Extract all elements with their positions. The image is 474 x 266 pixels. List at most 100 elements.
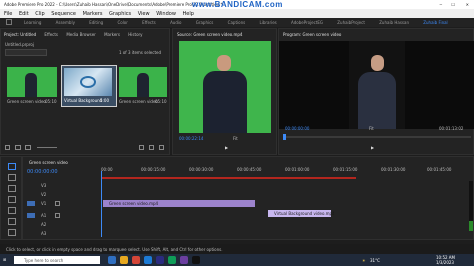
menu-view[interactable]: View	[138, 11, 150, 17]
tab-media-browser[interactable]: Media Browser	[66, 32, 96, 37]
app-icon[interactable]	[180, 256, 188, 264]
track-select-tool-icon[interactable]	[8, 174, 16, 181]
program-fit-dropdown[interactable]: Fit	[369, 126, 374, 131]
home-icon[interactable]	[6, 19, 12, 25]
pen-tool-icon[interactable]	[8, 218, 16, 225]
minimize-icon[interactable]: ─	[440, 2, 442, 7]
source-fit-dropdown[interactable]: Fit	[233, 136, 238, 141]
weather-icon[interactable]: ☀	[362, 258, 366, 263]
watermark: www.BANDICAM.com	[192, 0, 283, 9]
trash-icon[interactable]	[159, 145, 164, 150]
timeline-timecode[interactable]: 00:00:00:00	[27, 169, 58, 175]
tab-project[interactable]: Project: Untitled	[4, 32, 36, 37]
timeline-clip[interactable]: Virtual Background video.mp4	[268, 210, 335, 217]
edge-icon[interactable]	[144, 256, 152, 264]
track-label-a1[interactable]: A1	[41, 213, 46, 218]
workspace-effects[interactable]: Effects	[142, 20, 156, 25]
timeline-ruler[interactable]: 00:00 00:00:15:00 00:00:30:00 00:00:45:0…	[101, 167, 471, 179]
track-label-v3[interactable]: V3	[41, 183, 46, 188]
chrome-icon[interactable]	[132, 256, 140, 264]
taskbar-search-placeholder: Type here to search	[24, 258, 64, 263]
close-icon[interactable]: ✕	[466, 2, 469, 7]
hand-tool-icon[interactable]	[8, 229, 16, 236]
track-label-v2[interactable]: V2	[41, 192, 46, 197]
weather-temp[interactable]: 31°C	[370, 258, 380, 263]
tab-markers[interactable]: Markers	[104, 32, 120, 37]
menu-clip[interactable]: Clip	[35, 11, 44, 17]
playhead[interactable]	[283, 134, 286, 140]
play-icon[interactable]: ▶	[225, 145, 228, 150]
project-search-input[interactable]	[5, 49, 47, 56]
timeline-clip[interactable]: Green screen video.mp4	[103, 200, 255, 207]
slip-tool-icon[interactable]	[8, 207, 16, 214]
project-item-selected[interactable]: Virtual Background 5:00	[61, 65, 117, 107]
task-view-icon[interactable]	[108, 256, 116, 264]
status-bar: Click to select, or click in empty space…	[0, 244, 474, 254]
premiere-pro-icon[interactable]	[156, 256, 164, 264]
track-label-a2[interactable]: A2	[41, 222, 46, 227]
lock-icon[interactable]	[5, 145, 10, 150]
workspace-zuhaib-hassan[interactable]: Zuhaib Hassan	[379, 20, 409, 25]
workspace-captions[interactable]: Captions	[228, 20, 246, 25]
workspace-graphics[interactable]: Graphics	[196, 20, 214, 25]
workspace-assembly[interactable]: Assembly	[56, 20, 75, 25]
virtual-background-thumbnail	[64, 68, 112, 96]
app-icon[interactable]	[168, 256, 176, 264]
new-bin-icon[interactable]	[139, 145, 144, 150]
eye-icon[interactable]	[55, 201, 60, 206]
workspace-adobeprojecteg[interactable]: AdobeProjectEG	[291, 20, 323, 25]
workspace-zuhaib-final[interactable]: Zuhaib Final	[423, 20, 447, 25]
clock-date[interactable]: 1/3/2023	[436, 260, 454, 265]
program-monitor: Program: Green screen video 00:00:00:00 …	[278, 28, 474, 155]
source-timecode[interactable]: 00:00:22:14	[179, 136, 203, 141]
ruler-label: 00:01:30:00	[381, 167, 406, 172]
razor-tool-icon[interactable]	[8, 196, 16, 203]
list-view-icon[interactable]	[15, 145, 21, 150]
workspace-libraries[interactable]: Libraries	[259, 20, 276, 25]
file-explorer-icon[interactable]	[120, 256, 128, 264]
timeline-playhead[interactable]	[101, 171, 102, 237]
presenter-head	[371, 55, 384, 71]
project-item-thumbnail[interactable]	[7, 67, 57, 97]
icon-view-icon[interactable]	[25, 145, 31, 150]
new-item-icon[interactable]	[149, 145, 154, 150]
taskbar-search-input[interactable]: Type here to search	[14, 256, 100, 264]
taskbar: ⊞ Type here to search ☀ 31°C 10:52 AM 1/…	[0, 254, 474, 266]
tab-history[interactable]: History	[128, 32, 142, 37]
app-icon[interactable]	[192, 256, 200, 264]
ripple-edit-tool-icon[interactable]	[8, 185, 16, 192]
workspace-zuhaibproject[interactable]: ZuhaibProject	[337, 20, 365, 25]
workspace-audio[interactable]: Audio	[170, 20, 181, 25]
play-icon[interactable]: ▶	[371, 145, 374, 150]
project-item-name: Green screen video	[119, 99, 158, 104]
track-label-a3[interactable]: A3	[41, 231, 46, 236]
workspace-color[interactable]: Color	[117, 20, 127, 25]
menu-file[interactable]: File	[4, 11, 12, 17]
source-patch-a1[interactable]	[27, 213, 35, 218]
menu-edit[interactable]: Edit	[19, 11, 29, 17]
track-label-v1[interactable]: V1	[41, 201, 46, 206]
program-timecode[interactable]: 00:00:00:00	[285, 126, 309, 131]
project-item-thumbnail[interactable]	[119, 67, 167, 97]
selection-tool-icon[interactable]	[8, 163, 16, 170]
maximize-icon[interactable]: ☐	[451, 2, 455, 7]
tab-effects[interactable]: Effects	[44, 32, 58, 37]
source-patch-v1[interactable]	[27, 201, 35, 206]
app-title: Adobe Premiere Pro 2022 - C:\Users\Zuhai…	[4, 2, 223, 7]
menu-help[interactable]: Help	[183, 11, 194, 17]
timeline-tab[interactable]: Green screen video	[29, 160, 68, 165]
menu-markers[interactable]: Markers	[83, 11, 103, 17]
zoom-slider[interactable]	[37, 147, 57, 148]
clip-label: Virtual Background video.mp4	[274, 211, 335, 216]
ruler-label: 00:00:30:00	[189, 167, 214, 172]
windows-start-icon[interactable]: ⊞	[3, 257, 6, 262]
ruler-label: 00:01:45:00	[427, 167, 452, 172]
menu-window[interactable]: Window	[156, 11, 176, 17]
menu-sequence[interactable]: Sequence	[51, 11, 76, 17]
workspace-learning[interactable]: Learning	[24, 20, 41, 25]
workspace-editing[interactable]: Editing	[89, 20, 103, 25]
mute-icon[interactable]	[55, 213, 60, 218]
audio-meter	[469, 181, 473, 231]
menu-graphics[interactable]: Graphics	[109, 11, 131, 17]
program-scrubber[interactable]	[283, 136, 471, 138]
